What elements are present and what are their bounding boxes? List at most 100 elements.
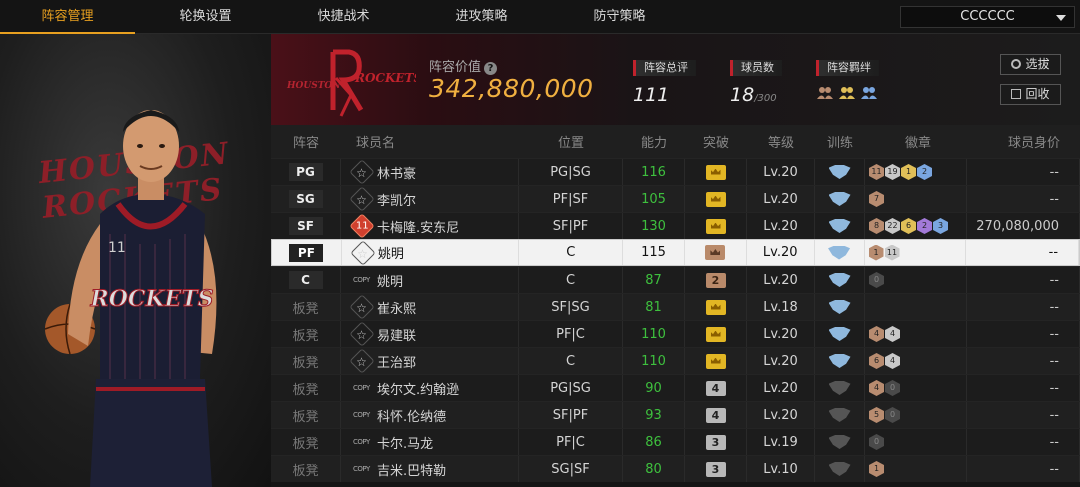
badge-icon[interactable]: 2 [917, 164, 932, 180]
break-cell[interactable] [685, 294, 747, 320]
training-icon[interactable] [828, 192, 851, 206]
badge-icon[interactable]: 0 [885, 380, 900, 396]
badge-icon[interactable]: 11 [869, 164, 884, 180]
tab-quick-tactics[interactable]: 快捷战术 [276, 0, 411, 34]
table-row[interactable]: 板凳 COPY 科怀.伦纳德 SF|PF 93 4 Lv.20 50 -- [271, 401, 1080, 428]
name-cell[interactable]: COPY 科怀.伦纳德 [341, 402, 519, 428]
break-cell[interactable] [685, 240, 747, 265]
chemistry-bronze-icon[interactable] [816, 84, 834, 100]
table-row[interactable]: 板凳 ☆ 崔永熙 SF|SG 81 Lv.18 -- [271, 293, 1080, 320]
training-cell[interactable] [815, 456, 865, 482]
training-icon[interactable] [828, 462, 851, 476]
badge-icon[interactable]: 1 [868, 244, 884, 261]
table-row[interactable]: 板凳 ☆ 易建联 PF|C 110 Lv.20 44 -- [271, 320, 1080, 347]
training-icon[interactable] [828, 165, 851, 179]
name-cell[interactable]: COPY 吉米.巴特勒 [341, 456, 519, 482]
training-cell[interactable] [815, 402, 865, 428]
badge-icon[interactable]: 0 [869, 434, 884, 450]
badge-icon[interactable]: 5 [869, 407, 884, 423]
table-row[interactable]: SF 11 卡梅隆.安东尼 SF|PF 130 Lv.20 8 22 6 2 3 270,… [271, 212, 1080, 239]
tab-rotation[interactable]: 轮换设置 [138, 0, 273, 34]
badges-cell[interactable]: 1 [865, 456, 967, 482]
badges-cell[interactable]: 8 22 6 2 3 [865, 213, 967, 239]
team-select-dropdown[interactable]: CCCCCC [900, 6, 1075, 28]
training-icon[interactable] [828, 408, 851, 422]
badge-icon[interactable]: 4 [869, 380, 884, 396]
badge-icon[interactable]: 4 [869, 326, 884, 342]
table-row[interactable]: C COPY 姚明 C 87 2 Lv.20 0 -- [271, 266, 1080, 293]
badge-icon[interactable]: 6 [869, 353, 884, 369]
badge-icon[interactable]: 11 [884, 244, 900, 261]
table-row[interactable]: 板凳 COPY 埃尔文.约翰逊 PG|SG 90 4 Lv.20 40 -- [271, 374, 1080, 401]
badge-icon[interactable]: 0 [885, 407, 900, 423]
table-row[interactable]: SG ☆ 李凯尔 PF|SF 105 Lv.20 7 -- [271, 185, 1080, 212]
name-cell[interactable]: COPY 姚明 [341, 267, 519, 293]
break-cell[interactable] [685, 159, 747, 185]
name-cell[interactable]: COPY 卡尔.马龙 [341, 429, 519, 455]
training-icon[interactable] [828, 245, 851, 260]
training-icon[interactable] [828, 273, 851, 287]
badges-cell[interactable]: 11 19 1 2 [865, 159, 967, 185]
badge-icon[interactable]: 1 [869, 461, 884, 477]
table-row[interactable]: 板凳 COPY 卡尔.马龙 PF|C 86 3 Lv.19 0 -- [271, 428, 1080, 455]
name-cell[interactable]: COPY 埃尔文.约翰逊 [341, 375, 519, 401]
training-cell[interactable] [815, 429, 865, 455]
badge-icon[interactable]: 4 [885, 326, 900, 342]
badges-cell[interactable]: 64 [865, 348, 967, 374]
badge-icon[interactable]: 22 [885, 218, 900, 234]
break-cell[interactable] [685, 348, 747, 374]
training-icon[interactable] [828, 381, 851, 395]
break-cell[interactable]: 4 [685, 402, 747, 428]
badges-cell[interactable]: 1 11 [865, 240, 967, 265]
training-icon[interactable] [828, 300, 851, 314]
break-cell[interactable]: 3 [685, 456, 747, 482]
break-cell[interactable] [685, 186, 747, 212]
badge-icon[interactable]: 2 [917, 218, 932, 234]
training-icon[interactable] [828, 435, 851, 449]
training-icon[interactable] [828, 219, 851, 233]
badge-icon[interactable]: 3 [933, 218, 948, 234]
training-cell[interactable] [815, 348, 865, 374]
name-cell[interactable]: 11 卡梅隆.安东尼 [341, 213, 519, 239]
break-cell[interactable]: 4 [685, 375, 747, 401]
training-cell[interactable] [815, 186, 865, 212]
table-row[interactable]: PF ☆ 姚明 C 115 Lv.20 1 11 -- [271, 239, 1080, 266]
break-cell[interactable]: 2 [685, 267, 747, 293]
tab-offense[interactable]: 进攻策略 [414, 0, 549, 34]
table-row[interactable]: 板凳 ☆ 王治郅 C 110 Lv.20 64 -- [271, 347, 1080, 374]
name-cell[interactable]: ☆ 崔永熙 [341, 294, 519, 320]
training-icon[interactable] [828, 327, 851, 341]
badge-icon[interactable]: 19 [885, 164, 900, 180]
select-button[interactable]: 选拔 [1000, 54, 1061, 75]
recycle-button[interactable]: 回收 [1000, 84, 1061, 105]
badge-icon[interactable]: 1 [901, 164, 916, 180]
badge-icon[interactable]: 7 [869, 191, 884, 207]
break-cell[interactable] [685, 321, 747, 347]
badges-cell[interactable]: 50 [865, 402, 967, 428]
training-cell[interactable] [815, 294, 865, 320]
break-cell[interactable] [685, 213, 747, 239]
tab-lineup[interactable]: 阵容管理 [0, 0, 135, 34]
break-cell[interactable]: 3 [685, 429, 747, 455]
badge-icon[interactable]: 8 [869, 218, 884, 234]
badges-cell[interactable]: 7 [865, 186, 967, 212]
chemistry-blue-icon[interactable] [860, 84, 878, 100]
badges-cell[interactable]: 0 [865, 267, 967, 293]
table-row[interactable]: PG ☆ 林书豪 PG|SG 116 Lv.20 11 19 1 2 -- [271, 158, 1080, 185]
training-cell[interactable] [815, 267, 865, 293]
badge-icon[interactable]: 0 [869, 272, 884, 288]
badges-cell[interactable]: 0 [865, 429, 967, 455]
training-cell[interactable] [815, 375, 865, 401]
training-cell[interactable] [815, 213, 865, 239]
training-icon[interactable] [828, 354, 851, 368]
name-cell[interactable]: ☆ 李凯尔 [341, 186, 519, 212]
training-cell[interactable] [815, 159, 865, 185]
table-row[interactable]: 板凳 COPY 吉米.巴特勒 SG|SF 80 3 Lv.10 1 -- [271, 455, 1080, 482]
training-cell[interactable] [815, 321, 865, 347]
name-cell[interactable]: ☆ 王治郅 [341, 348, 519, 374]
training-cell[interactable] [815, 240, 865, 265]
badges-cell[interactable] [865, 294, 967, 320]
chemistry-gold-icon[interactable] [838, 84, 856, 100]
tab-defense[interactable]: 防守策略 [552, 0, 687, 34]
badge-icon[interactable]: 4 [885, 353, 900, 369]
